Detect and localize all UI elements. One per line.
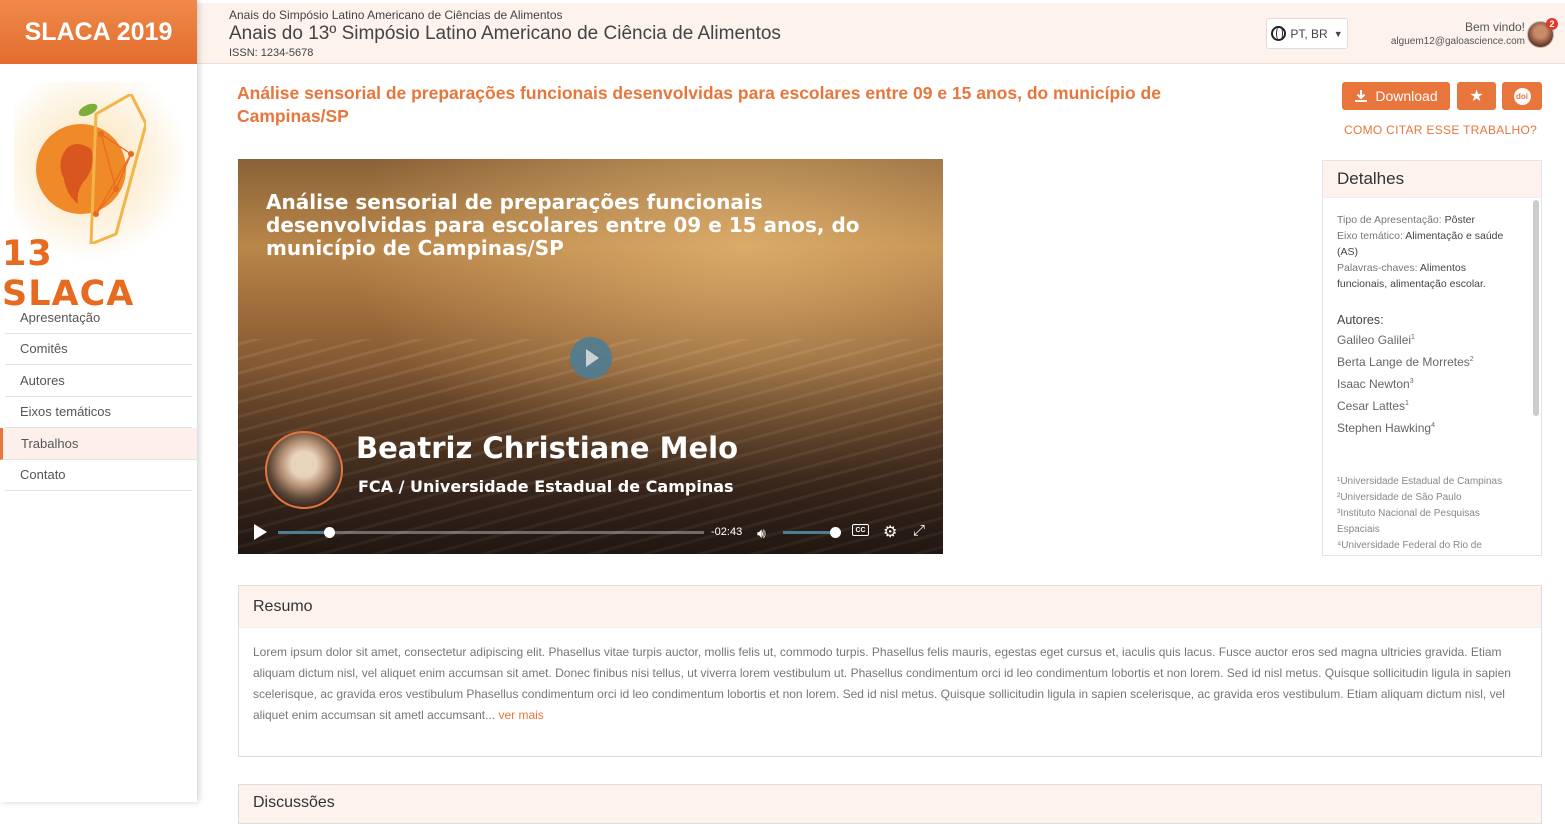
cc-icon[interactable]: CC xyxy=(852,524,869,536)
author-item[interactable]: Galileo Galilei1 xyxy=(1337,328,1515,350)
read-more-link[interactable]: ver mais xyxy=(498,708,543,722)
volume-slider[interactable] xyxy=(783,527,842,538)
video-controls: -02:43 🔊︎ CC ⚙ ⤢ xyxy=(238,519,943,554)
user-welcome[interactable]: Bem vindo! alguem12@galoascience.com xyxy=(1391,20,1525,47)
time-remaining: -02:43 xyxy=(711,526,743,538)
gear-icon[interactable]: ⚙ xyxy=(883,522,897,542)
affiliations-list: ¹Universidade Estadual de Campinas ²Univ… xyxy=(1337,474,1515,555)
discussoes-section: Discussões xyxy=(238,784,1542,824)
sidebar: SLACA 2019 13 SLACA Apresentação Comitês… xyxy=(0,0,197,802)
seek-bar[interactable] xyxy=(278,527,704,538)
favorite-button[interactable]: ★ xyxy=(1457,82,1496,110)
axis-row: Eixo temático: Alimentação e saúde (AS) xyxy=(1337,228,1515,260)
star-icon: ★ xyxy=(1469,88,1484,105)
top-header: Anais do Simpósio Latino Americano de Ci… xyxy=(197,3,1565,64)
presenter-name: Beatriz Christiane Melo xyxy=(356,431,739,465)
header-small-title: Anais do Simpósio Latino Americano de Ci… xyxy=(229,8,563,22)
user-email: alguem12@galoascience.com xyxy=(1390,36,1525,47)
language-selector[interactable]: PT, BR ▼ xyxy=(1266,18,1348,49)
details-heading: Detalhes xyxy=(1323,161,1541,198)
author-item[interactable]: Stephen Hawking4 xyxy=(1337,416,1515,438)
details-scrollbar[interactable] xyxy=(1533,200,1539,416)
presenter-affiliation: FCA / Universidade Estadual de Campinas xyxy=(358,477,734,496)
header-title: Anais do 13º Simpósio Latino Americano d… xyxy=(229,23,781,44)
keywords-row: Palavras-chaves: Alimentos funcionais, a… xyxy=(1337,260,1515,292)
axis-label: Eixo temático: xyxy=(1337,230,1403,242)
brand-title[interactable]: SLACA 2019 xyxy=(0,0,197,64)
details-body: Tipo de Apresentação: Pôster Eixo temáti… xyxy=(1323,198,1529,555)
doi-icon: doi xyxy=(1513,87,1531,105)
sidebar-item-eixos-tematicos[interactable]: Eixos temáticos xyxy=(5,397,192,428)
orange-logo-icon xyxy=(36,94,146,244)
globe-icon xyxy=(1271,26,1287,41)
caret-down-icon: ▼ xyxy=(1333,28,1343,39)
volume-level xyxy=(783,531,836,534)
logo-text: 13 SLACA xyxy=(2,234,135,314)
cite-link[interactable]: COMO CITAR ESSE TRABALHO? xyxy=(1344,123,1537,137)
download-icon xyxy=(1355,90,1368,102)
author-item[interactable]: Cesar Lattes1 xyxy=(1337,394,1515,416)
language-label: PT, BR xyxy=(1290,26,1328,41)
sidebar-item-comites[interactable]: Comitês xyxy=(5,334,192,365)
paper-title: Análise sensorial de preparações funcion… xyxy=(237,83,1161,126)
volume-icon[interactable]: 🔊︎ xyxy=(757,525,766,542)
download-button[interactable]: Download xyxy=(1342,82,1450,110)
play-icon[interactable] xyxy=(570,337,612,379)
affiliation-item: ²Universidade de São Paulo xyxy=(1337,492,1462,503)
seek-progress xyxy=(278,531,330,534)
details-panel: Detalhes Tipo de Apresentação: Pôster Ei… xyxy=(1322,160,1542,556)
download-label: Download xyxy=(1375,88,1438,104)
keywords-label: Palavras-chaves: xyxy=(1337,262,1418,274)
sidebar-item-contato[interactable]: Contato xyxy=(5,460,192,491)
video-player[interactable]: Análise sensorial de preparações funcion… xyxy=(238,159,943,554)
event-logo[interactable]: 13 SLACA xyxy=(0,64,197,314)
doi-button[interactable]: doi xyxy=(1502,82,1542,110)
volume-handle[interactable] xyxy=(830,527,842,538)
notification-badge[interactable]: 2 xyxy=(1546,18,1558,30)
author-item[interactable]: Isaac Newton3 xyxy=(1337,372,1515,394)
sidebar-nav: Apresentação Comitês Autores Eixos temát… xyxy=(0,302,197,491)
sidebar-item-autores[interactable]: Autores xyxy=(5,365,192,397)
author-item[interactable]: Berta Lange de Morretes2 xyxy=(1337,350,1515,372)
resumo-text: Lorem ipsum dolor sit amet, consectetur … xyxy=(253,645,1511,722)
sidebar-item-trabalhos[interactable]: Trabalhos xyxy=(0,428,197,460)
fullscreen-icon[interactable]: ⤢ xyxy=(913,522,925,539)
affiliation-item: ¹Universidade Estadual de Campinas xyxy=(1337,476,1503,487)
header-issn: ISSN: 1234-5678 xyxy=(229,47,314,59)
seek-handle[interactable] xyxy=(324,527,336,538)
presenter-photo xyxy=(265,431,343,509)
resumo-body: Lorem ipsum dolor sit amet, consectetur … xyxy=(239,628,1541,740)
video-title: Análise sensorial de preparações funcion… xyxy=(266,190,860,260)
authors-heading: Autores: xyxy=(1337,313,1384,327)
resumo-section: Resumo Lorem ipsum dolor sit amet, conse… xyxy=(238,585,1542,757)
discussoes-heading: Discussões xyxy=(253,794,335,811)
affiliation-item: ⁴Universidade Federal do Rio de Janeiro xyxy=(1337,540,1482,551)
presentation-type-row: Tipo de Apresentação: Pôster xyxy=(1337,212,1515,228)
welcome-text: Bem vindo! xyxy=(1464,20,1525,34)
presentation-type-label: Tipo de Apresentação: xyxy=(1337,214,1442,226)
resumo-heading: Resumo xyxy=(239,586,1541,628)
affiliation-item: ³Instituto Nacional de Pesquisas Espacia… xyxy=(1337,508,1480,535)
play-button[interactable] xyxy=(254,524,267,540)
presentation-type-value: Pôster xyxy=(1444,214,1475,226)
